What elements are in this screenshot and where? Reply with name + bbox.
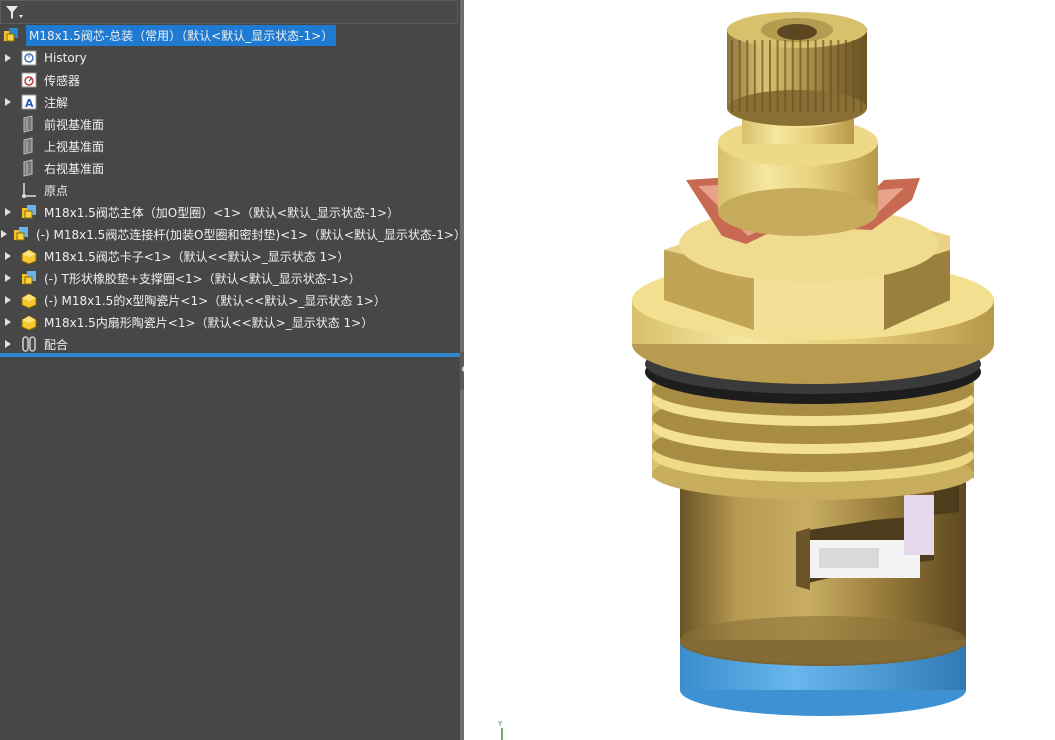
valve-cartridge-3d-model[interactable] [464, 0, 1055, 740]
tree-row[interactable]: 原点 [0, 179, 460, 201]
tree-item-label: (-) M18x1.5的x型陶瓷片<1>（默认<<默认>_显示状态 1>） [44, 293, 386, 308]
feature-manager-tree: M18x1.5阀芯-总装（常用）（默认<默认_显示状态-1>） History 传感… [0, 0, 466, 740]
graphics-viewport[interactable]: Y [464, 0, 1055, 740]
tree-item-label: (-) M18x1.5阀芯连接杆(加装O型圈和密封垫)<1>（默认<默认_显示状… [36, 227, 466, 242]
tree-root-row[interactable]: M18x1.5阀芯-总装（常用）（默认<默认_显示状态-1>） [0, 24, 460, 46]
tree-row[interactable]: (-) T形状橡胶垫+支撑圈<1>（默认<默认_显示状态-1>） [0, 267, 460, 289]
expand-arrow-icon[interactable] [1, 289, 15, 311]
expand-arrow-icon[interactable] [1, 245, 15, 267]
tree-row[interactable]: (-) M18x1.5的x型陶瓷片<1>（默认<<默认>_显示状态 1>） [0, 289, 460, 311]
tree-row[interactable]: A 注解 [0, 91, 460, 113]
tree-row[interactable]: 传感器 [0, 69, 460, 91]
annotation-icon: A [20, 93, 38, 111]
subassembly-icon [20, 269, 38, 287]
tree-item-label: 前视基准面 [44, 117, 105, 132]
tree-item-label: 原点 [44, 183, 69, 198]
filter-bar[interactable] [0, 0, 458, 24]
origin-icon [20, 181, 38, 199]
expand-arrow-icon[interactable] [1, 267, 15, 289]
tree-row[interactable]: 前视基准面 [0, 113, 460, 135]
axis-triad-icon: Y [497, 720, 503, 740]
tree-row[interactable]: History [0, 47, 460, 69]
tree-row[interactable]: M18x1.5阀芯卡子<1>（默认<<默认>_显示状态 1>） [0, 245, 460, 267]
tree-item-label: 右视基准面 [44, 161, 105, 176]
tree-item-label: M18x1.5内扇形陶瓷片<1>（默认<<默认>_显示状态 1>） [44, 315, 374, 330]
tree-item-label: (-) T形状橡胶垫+支撑圈<1>（默认<默认_显示状态-1>） [44, 271, 361, 286]
subassembly-icon [20, 203, 38, 221]
tree-item-label: M18x1.5阀芯主体（加O型圈）<1>（默认<默认_显示状态-1>） [44, 205, 400, 220]
subassembly-icon [12, 225, 30, 243]
mates-icon [20, 335, 38, 353]
expand-arrow-icon[interactable] [1, 91, 15, 113]
expand-arrow-icon[interactable] [1, 201, 15, 223]
tree-row[interactable]: M18x1.5内扇形陶瓷片<1>（默认<<默认>_显示状态 1>） [0, 311, 460, 333]
part-icon [20, 291, 38, 309]
tree-item-label: M18x1.5阀芯卡子<1>（默认<<默认>_显示状态 1>） [44, 249, 350, 264]
expand-arrow-icon[interactable] [1, 47, 15, 69]
tree-item-label: History [44, 51, 87, 65]
expand-arrow-icon[interactable] [1, 333, 15, 355]
history-icon [20, 49, 38, 67]
svg-text:Y: Y [497, 720, 503, 728]
tree-divider [0, 353, 460, 357]
plane-icon [20, 159, 38, 177]
tree-row[interactable]: 配合 [0, 333, 460, 355]
tree-item-label: 传感器 [44, 73, 81, 88]
expand-arrow-icon[interactable] [1, 223, 7, 245]
tree-item-label: 上视基准面 [44, 139, 105, 154]
tree-item-label: 注解 [44, 95, 69, 110]
plane-icon [20, 115, 38, 133]
tree-row[interactable]: (-) M18x1.5阀芯连接杆(加装O型圈和密封垫)<1>（默认<默认_显示状… [0, 223, 466, 245]
plane-icon [20, 137, 38, 155]
tree-row[interactable]: M18x1.5阀芯主体（加O型圈）<1>（默认<默认_显示状态-1>） [0, 201, 460, 223]
expand-arrow-icon[interactable] [1, 311, 15, 333]
assembly-icon [2, 26, 20, 44]
tree-row[interactable]: 上视基准面 [0, 135, 460, 157]
filter-icon[interactable] [4, 4, 24, 22]
tree-item-label: 配合 [44, 337, 69, 352]
part-icon [20, 247, 38, 265]
part-icon [20, 313, 38, 331]
svg-text:A: A [25, 97, 34, 110]
tree-row[interactable]: 右视基准面 [0, 157, 460, 179]
sensor-icon [20, 71, 38, 89]
tree-item-label: M18x1.5阀芯-总装（常用）（默认<默认_显示状态-1>） [26, 24, 337, 46]
